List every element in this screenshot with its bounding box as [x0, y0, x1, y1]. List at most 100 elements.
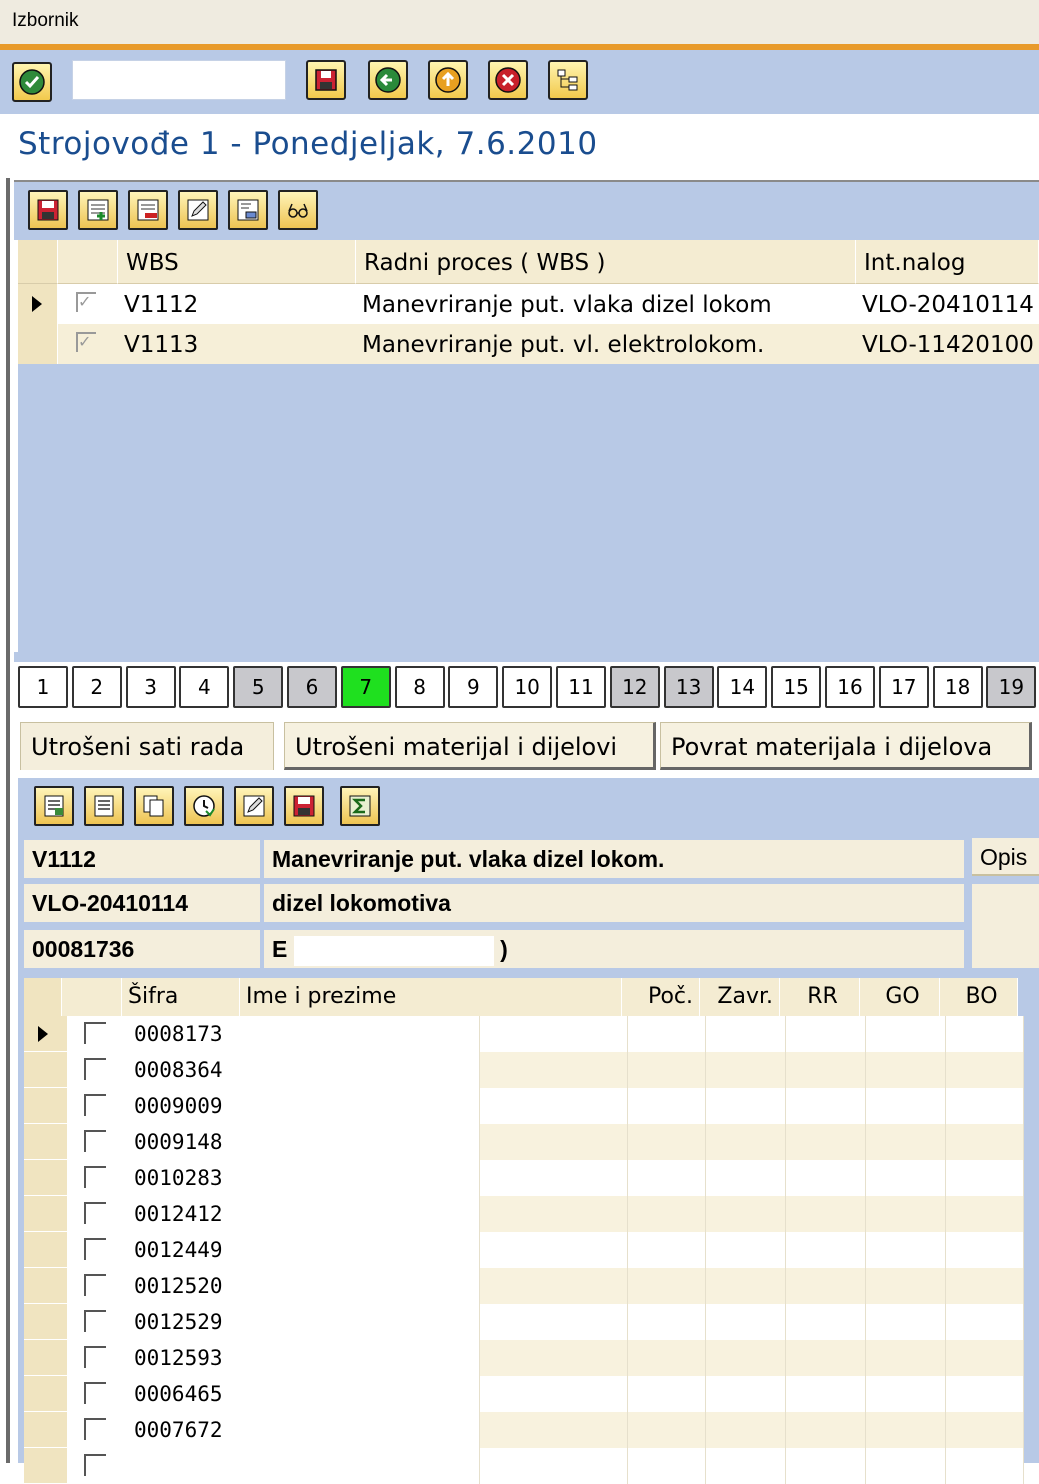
column-header-bo[interactable]: BO: [940, 978, 1018, 1016]
table-cell[interactable]: [786, 1016, 866, 1052]
row-checkbox[interactable]: [84, 1238, 106, 1260]
table-cell[interactable]: [628, 1088, 706, 1124]
document-button[interactable]: [84, 786, 124, 826]
tab-utroseni-sati[interactable]: Utrošeni sati rada: [20, 722, 274, 770]
table-cell[interactable]: [786, 1232, 866, 1268]
select-all-corner[interactable]: [18, 240, 58, 284]
table-cell[interactable]: [228, 1304, 480, 1340]
table-cell[interactable]: [706, 1448, 786, 1484]
table-cell[interactable]: [866, 1376, 946, 1412]
table-cell[interactable]: [706, 1196, 786, 1232]
day-button-8[interactable]: 8: [394, 666, 445, 708]
table-cell[interactable]: [628, 1124, 706, 1160]
table-cell[interactable]: [866, 1160, 946, 1196]
save-hours-button[interactable]: [284, 786, 324, 826]
table-cell[interactable]: [786, 1196, 866, 1232]
row-selector[interactable]: [24, 1376, 68, 1412]
menu-izbornik[interactable]: Izbornik: [12, 10, 79, 32]
row-selector[interactable]: [24, 1448, 68, 1484]
sifra-cell[interactable]: 0006465: [128, 1376, 228, 1412]
splitter[interactable]: [14, 652, 1039, 662]
sifra-cell[interactable]: 0009148: [128, 1124, 228, 1160]
table-cell[interactable]: [946, 1268, 1024, 1304]
row-selector[interactable]: [24, 1196, 68, 1232]
table-cell[interactable]: [480, 1376, 628, 1412]
tab-povrat-materijala[interactable]: Povrat materijala i dijelova: [660, 722, 1032, 770]
sifra-cell[interactable]: 0007672: [128, 1412, 228, 1448]
add-row-button[interactable]: [78, 190, 118, 230]
day-button-3[interactable]: 3: [125, 666, 176, 708]
table-cell[interactable]: [706, 1376, 786, 1412]
day-button-15[interactable]: 15: [771, 666, 822, 708]
table-cell[interactable]: [946, 1340, 1024, 1376]
row-checkbox[interactable]: [84, 1274, 106, 1296]
save-button[interactable]: [306, 60, 346, 100]
time-button[interactable]: [184, 786, 224, 826]
table-cell[interactable]: [628, 1304, 706, 1340]
back-button[interactable]: [368, 60, 408, 100]
command-field[interactable]: [72, 60, 286, 100]
table-cell[interactable]: [228, 1376, 480, 1412]
row-selector[interactable]: [24, 1016, 68, 1052]
day-button-9[interactable]: 9: [448, 666, 499, 708]
table-row[interactable]: 0009009: [24, 1088, 1024, 1124]
table-cell[interactable]: [706, 1124, 786, 1160]
sifra-cell[interactable]: [128, 1448, 228, 1484]
table-cell[interactable]: [866, 1304, 946, 1340]
wbs-cell[interactable]: V1112: [118, 284, 356, 324]
table-cell[interactable]: [786, 1160, 866, 1196]
edit-button[interactable]: [178, 190, 218, 230]
row-selector[interactable]: [24, 1412, 68, 1448]
row-selector[interactable]: [18, 324, 58, 364]
table-cell[interactable]: [628, 1196, 706, 1232]
table-cell[interactable]: [946, 1376, 1024, 1412]
table-cell[interactable]: [628, 1412, 706, 1448]
table-cell[interactable]: [946, 1448, 1024, 1484]
row-selector[interactable]: [24, 1268, 68, 1304]
row-selector[interactable]: [24, 1160, 68, 1196]
table-cell[interactable]: [786, 1052, 866, 1088]
table-cell[interactable]: [946, 1304, 1024, 1340]
delete-row-button[interactable]: [128, 190, 168, 230]
row-checkbox[interactable]: [84, 1346, 106, 1368]
table-row[interactable]: 0010283: [24, 1160, 1024, 1196]
table-cell[interactable]: [706, 1340, 786, 1376]
table-cell[interactable]: [866, 1052, 946, 1088]
exit-button[interactable]: [428, 60, 468, 100]
table-row[interactable]: 0006465: [24, 1376, 1024, 1412]
table-cell[interactable]: [786, 1124, 866, 1160]
process-cell[interactable]: Manevriranje put. vlaka dizel lokom: [356, 284, 856, 324]
table-cell[interactable]: [628, 1052, 706, 1088]
table-cell[interactable]: [786, 1088, 866, 1124]
table-cell[interactable]: [706, 1052, 786, 1088]
column-header-ime-prezime[interactable]: Ime i prezime: [240, 978, 622, 1016]
table-cell[interactable]: [706, 1304, 786, 1340]
table-cell[interactable]: [866, 1268, 946, 1304]
cancel-button[interactable]: [488, 60, 528, 100]
row-selector[interactable]: [24, 1304, 68, 1340]
table-row[interactable]: ✓ V1113 Manevriranje put. vl. elektrolok…: [18, 324, 1039, 364]
table-cell[interactable]: [228, 1196, 480, 1232]
table-cell[interactable]: [628, 1160, 706, 1196]
table-cell[interactable]: [480, 1088, 628, 1124]
table-cell[interactable]: [946, 1016, 1024, 1052]
table-cell[interactable]: [480, 1448, 628, 1484]
table-cell[interactable]: [628, 1268, 706, 1304]
row-checkbox[interactable]: [84, 1058, 106, 1080]
column-header-rr[interactable]: RR: [780, 978, 860, 1016]
table-cell[interactable]: [866, 1124, 946, 1160]
row-selector[interactable]: [24, 1052, 68, 1088]
column-header-zavr[interactable]: Zavr.: [700, 978, 780, 1016]
table-cell[interactable]: [866, 1340, 946, 1376]
day-button-7[interactable]: 7: [340, 666, 391, 708]
select-all-corner[interactable]: [24, 978, 62, 1016]
day-button-11[interactable]: 11: [556, 666, 606, 708]
row-selector[interactable]: [24, 1088, 68, 1124]
table-cell[interactable]: [786, 1448, 866, 1484]
table-cell[interactable]: [228, 1412, 480, 1448]
table-row[interactable]: [24, 1448, 1024, 1484]
table-cell[interactable]: [866, 1196, 946, 1232]
day-button-1[interactable]: 1: [18, 666, 68, 708]
day-button-6[interactable]: 6: [287, 666, 337, 708]
table-row[interactable]: ✓ V1112 Manevriranje put. vlaka dizel lo…: [18, 284, 1039, 324]
